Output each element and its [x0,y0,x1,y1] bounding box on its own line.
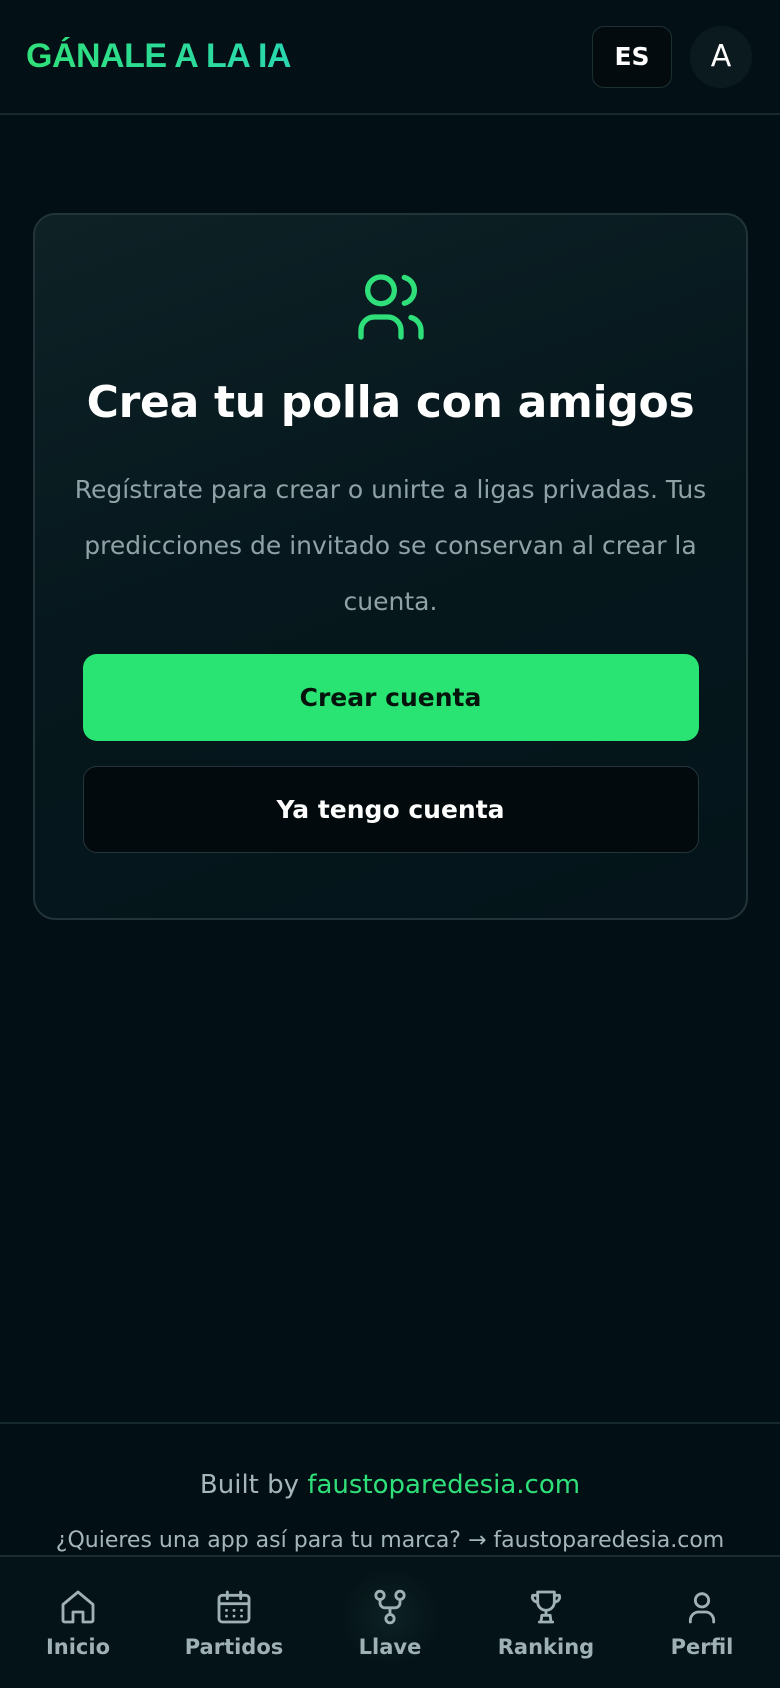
nav-item-inicio[interactable]: Inicio [3,1587,153,1659]
built-by-prefix: Built by [199,1470,300,1500]
card-description: Regístrate para crear o unirte a ligas p… [74,475,707,616]
nav-label: Inicio [45,1635,111,1659]
app-header: GÁNALE A LA IA ES A [0,0,780,115]
trophy-icon [530,1590,562,1624]
nav-label: Partidos [184,1635,284,1659]
nav-label: Perfil [670,1635,734,1659]
home-icon [61,1590,95,1624]
nav-item-perfil[interactable]: Perfil [627,1587,777,1659]
create-account-button[interactable]: Crear cuenta [82,654,699,741]
user-icon [688,1592,716,1624]
login-button[interactable]: Ya tengo cuenta [82,766,699,853]
built-by-text: Built by faustoparedesia.com [0,1470,780,1500]
create-league-card: Crea tu polla con amigos Regístrate para… [33,213,748,920]
nav-label: Ranking [497,1635,595,1659]
avatar[interactable]: A [690,25,752,88]
built-by-link[interactable]: faustoparedesia.com [307,1470,580,1500]
bottom-nav: Inicio Partidos Llave Ranking Perfil [0,1555,780,1688]
footer: Built by faustoparedesia.com ¿Quieres un… [0,1422,780,1557]
language-button[interactable]: ES [592,25,672,88]
nav-item-ranking[interactable]: Ranking [471,1587,621,1659]
card-title: Crea tu polla con amigos [86,377,695,428]
bracket-icon [374,1589,406,1625]
header-actions: ES A [592,25,754,88]
nav-item-llave[interactable]: Llave [315,1567,465,1667]
brand-logo[interactable]: GÁNALE A LA IA [26,37,291,76]
users-icon [357,274,424,340]
promo-link[interactable]: ¿Quieres una app así para tu marca? → fa… [0,1528,780,1553]
nav-item-partidos[interactable]: Partidos [159,1587,309,1659]
nav-label: Llave [358,1635,422,1659]
calendar-icon [217,1590,251,1624]
